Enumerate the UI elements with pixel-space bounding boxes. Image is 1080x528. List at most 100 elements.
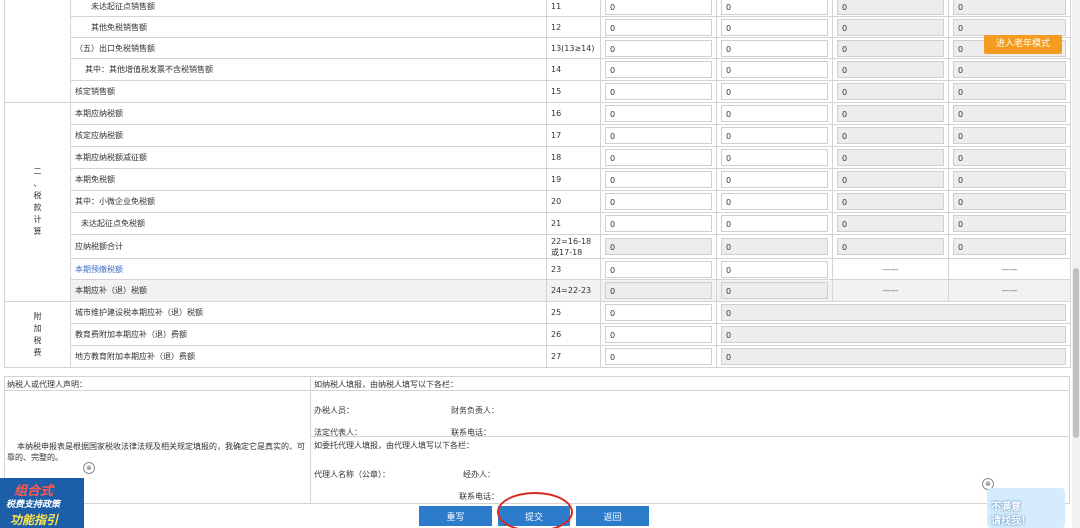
amount-input[interactable]: 0 <box>721 18 828 36</box>
dash-placeholder: —— <box>882 264 899 274</box>
amount-input: 0 <box>953 83 1066 100</box>
value-cell: 0 <box>600 102 717 125</box>
row-label: 应纳税额合计 <box>70 234 547 259</box>
value-cell: 0 <box>600 168 717 191</box>
line-number: 25 <box>546 301 601 324</box>
promo-line2: 税费支持政策 <box>6 500 61 510</box>
amount-input: 0 <box>837 105 944 122</box>
amount-input[interactable]: 0 <box>605 326 712 343</box>
amount-input: 0 <box>953 105 1066 122</box>
amount-input[interactable]: 0 <box>605 348 712 365</box>
line-number: 11 <box>546 0 601 17</box>
amount-input[interactable]: 0 <box>721 149 828 166</box>
scrollbar-thumb[interactable] <box>1073 268 1079 438</box>
value-cell: 0 <box>832 16 949 38</box>
row-label: 教育费附加本期应补（退）费额 <box>70 323 547 346</box>
value-cell: 0 <box>716 234 833 259</box>
amount-input: 0 <box>953 238 1066 255</box>
value-cell: 0 <box>600 301 717 324</box>
value-cell: 0 <box>948 58 1071 81</box>
amount-input[interactable]: 0 <box>605 105 712 122</box>
amount-input[interactable]: 0 <box>605 61 712 78</box>
row-label: 其中：其他增值税发票不含税销售额 <box>70 58 547 81</box>
amount-input: 0 <box>953 127 1066 144</box>
amount-input: 0 <box>837 127 944 144</box>
amount-input[interactable]: 0 <box>721 215 828 232</box>
value-cell: 0 <box>832 146 949 169</box>
handler-label: 办税人员： <box>314 406 354 415</box>
value-cell: 0 <box>948 146 1071 169</box>
value-cell: 0 <box>600 258 717 280</box>
feedback-line1: 不满意 <box>991 502 1021 513</box>
declaration-title: 纳税人或代理人声明： <box>7 380 87 389</box>
table-row: （五）出口免税销售额 13(13≥14) 0 0 0 0 <box>5 37 1071 59</box>
amount-input[interactable]: 0 <box>605 260 712 278</box>
amount-input: 0 <box>721 304 1066 321</box>
amount-input[interactable]: 0 <box>721 83 828 100</box>
value-cell: 0 <box>948 168 1071 191</box>
amount-input[interactable]: 0 <box>605 215 712 232</box>
form-container: 未达起征点销售额 11 0 0 0 0 其他免税销售额 12 0 0 0 0 （五）出口免税销售额 13(… <box>0 0 1072 528</box>
table-row: 核定应纳税额 17 0 0 0 0 <box>5 124 1071 147</box>
line-number: 14 <box>546 58 601 81</box>
value-cell: 0 <box>716 190 833 213</box>
amount-input[interactable]: 0 <box>605 149 712 166</box>
amount-input: 0 <box>837 39 944 57</box>
value-cell: 0 <box>948 80 1071 103</box>
value-cell: 0 <box>600 190 717 213</box>
amount-input[interactable]: 0 <box>605 39 712 57</box>
amount-input[interactable]: 0 <box>721 127 828 144</box>
amount-input[interactable]: 0 <box>721 39 828 57</box>
amount-input[interactable]: 0 <box>605 0 712 15</box>
value-cell: —— <box>832 258 949 280</box>
elder-mode-button[interactable]: 进入老年模式 <box>984 35 1062 54</box>
amount-input[interactable]: 0 <box>605 127 712 144</box>
value-cell: 0 <box>600 37 717 59</box>
value-cell: 0 <box>832 37 949 59</box>
amount-input: 0 <box>837 171 944 188</box>
table-row: 核定销售额 15 0 0 0 0 <box>5 80 1071 103</box>
row-label: 本期应补（退）税额 <box>70 279 547 302</box>
amount-input[interactable]: 0 <box>605 193 712 210</box>
line-number: 19 <box>546 168 601 191</box>
amount-input[interactable]: 0 <box>605 304 712 321</box>
amount-input: 0 <box>837 215 944 232</box>
line-number: 27 <box>546 345 601 368</box>
value-cell: 0 <box>600 234 717 259</box>
value-cell: —— <box>948 258 1071 280</box>
amount-input[interactable]: 0 <box>721 171 828 188</box>
agent-phone-label: 联系电话： <box>459 492 499 501</box>
promo-line3: 功能指引 <box>10 513 59 527</box>
tax-return-table: 未达起征点销售额 11 0 0 0 0 其他免税销售额 12 0 0 0 0 （五）出口免税销售额 13(… <box>4 0 1071 368</box>
value-cell: 0 <box>948 212 1071 235</box>
value-cell: 0 <box>832 190 949 213</box>
amount-input: 0 <box>837 83 944 100</box>
value-cell: 0 <box>832 58 949 81</box>
feedback-widget[interactable]: 不满意 请找我！ <box>987 488 1065 528</box>
amount-input[interactable]: 0 <box>721 260 828 278</box>
amount-input: 0 <box>953 193 1066 210</box>
amount-input: 0 <box>953 61 1066 78</box>
amount-input[interactable]: 0 <box>721 61 828 78</box>
amount-input[interactable]: 0 <box>605 171 712 188</box>
value-cell: 0 <box>600 0 717 17</box>
row-label: 本期预缴税额 <box>70 258 547 280</box>
amount-input[interactable]: 0 <box>721 193 828 210</box>
line-number: 26 <box>546 323 601 346</box>
value-cell: 0 <box>948 190 1071 213</box>
close-icon[interactable]: ⊗ <box>83 462 95 474</box>
amount-input[interactable]: 0 <box>605 83 712 100</box>
reset-button[interactable]: 重写 <box>419 506 492 526</box>
table-row: 本期免税额 19 0 0 0 0 <box>5 168 1071 191</box>
amount-input[interactable]: 0 <box>605 18 712 36</box>
back-button[interactable]: 返回 <box>576 506 649 526</box>
row-label: 本期免税额 <box>70 168 547 191</box>
vertical-scrollbar[interactable] <box>1072 0 1080 528</box>
row-label: 城市维护建设税本期应补（退）税额 <box>70 301 547 324</box>
policy-guide-banner[interactable]: 组合式 税费支持政策 功能指引 <box>0 478 84 528</box>
line-number: 23 <box>546 258 601 280</box>
amount-input[interactable]: 0 <box>721 0 828 15</box>
row-label: 核定销售额 <box>70 80 547 103</box>
amount-input[interactable]: 0 <box>721 105 828 122</box>
amount-input: 0 <box>837 238 944 255</box>
